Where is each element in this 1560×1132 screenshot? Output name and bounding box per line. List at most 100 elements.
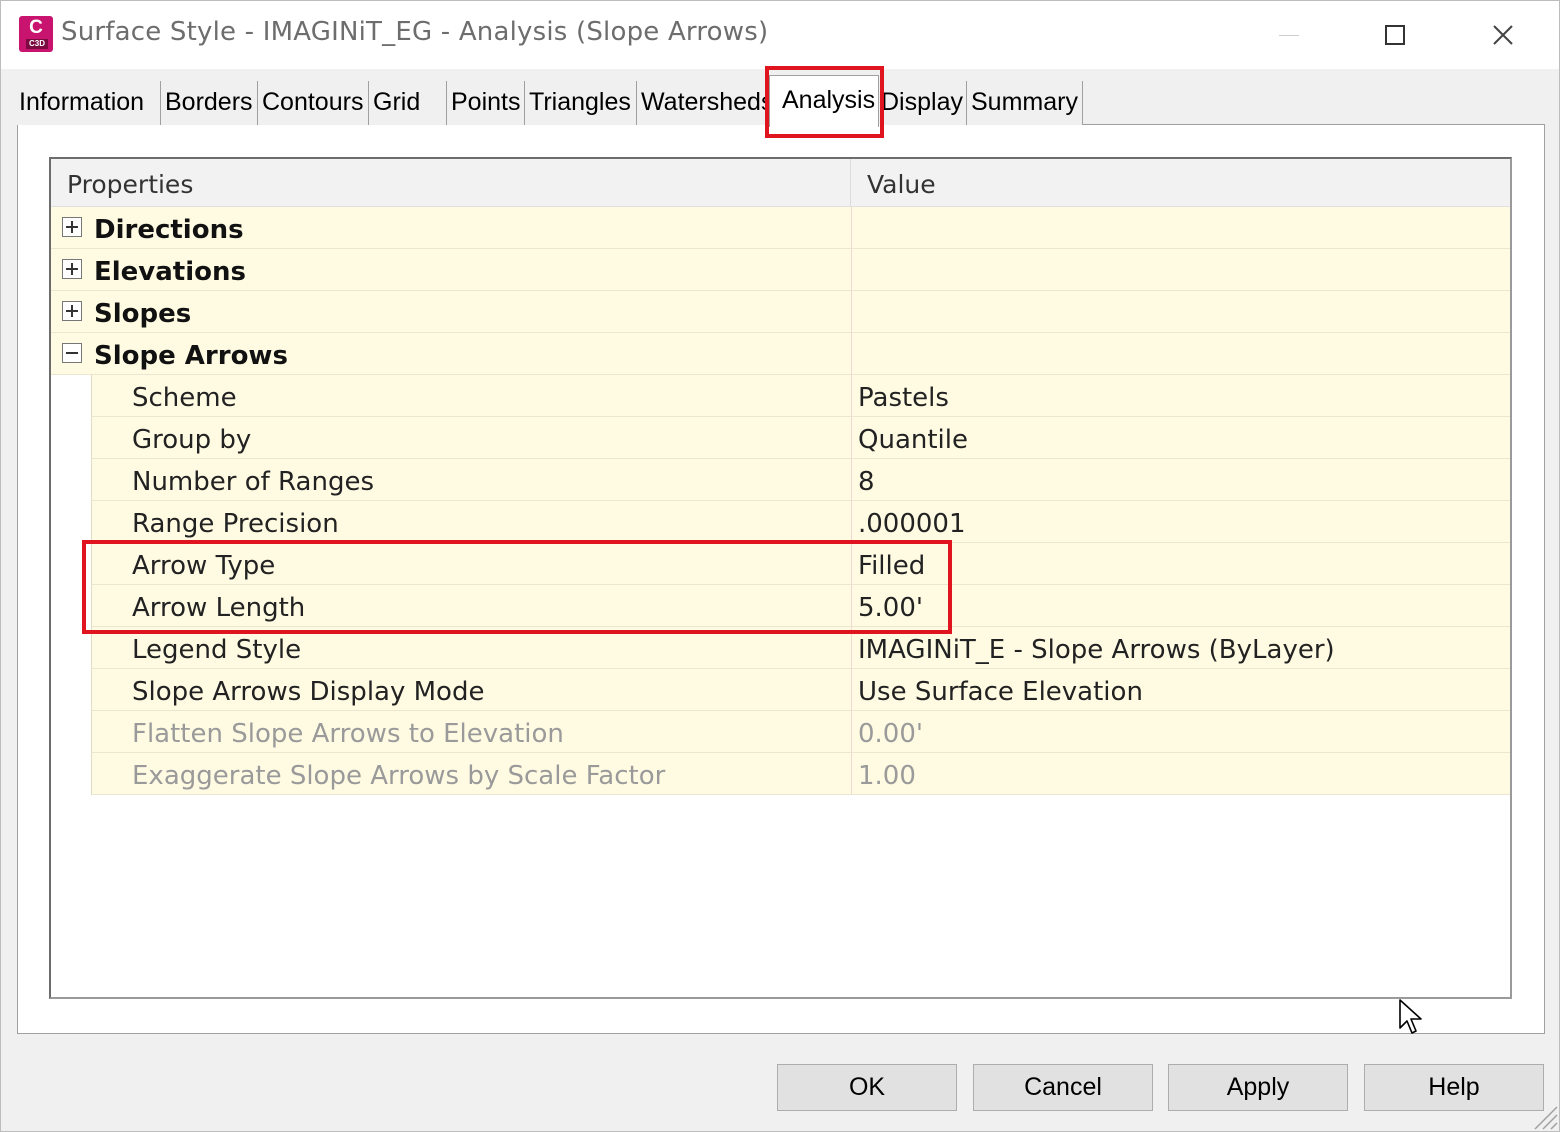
apply-button[interactable]: Apply [1168,1064,1348,1111]
property-value: Filled [858,551,926,581]
property-row-flatten-slope-arrows: Flatten Slope Arrows to Elevation 0.00' [51,711,1510,753]
property-row-slope-arrows-display-mode[interactable]: Slope Arrows Display Mode Use Surface El… [51,669,1510,711]
name-cell: Number of Ranges [91,459,851,501]
tab-triangles[interactable]: Triangles [525,81,637,125]
tab-display[interactable]: Display [877,81,967,125]
name-cell: Range Precision [91,501,851,543]
tab-information[interactable]: Information [15,81,161,125]
expand-plus-icon[interactable] [62,217,82,237]
gutter [51,585,91,627]
tab-watersheds[interactable]: Watersheds [637,81,769,125]
name-cell: Flatten Slope Arrows to Elevation [91,711,851,753]
property-name: Flatten Slope Arrows to Elevation [132,719,564,749]
property-row-scheme[interactable]: Scheme Pastels [51,375,1510,417]
property-value: Quantile [858,425,968,455]
gutter [51,501,91,543]
property-row-arrow-type[interactable]: Arrow Type Filled [51,543,1510,585]
property-value: 0.00' [858,719,924,749]
property-name: Arrow Type [132,551,276,581]
property-value-cell[interactable]: Pastels [851,375,1510,417]
cancel-button[interactable]: Cancel [973,1064,1153,1111]
column-divider[interactable] [850,159,851,207]
collapse-minus-icon[interactable] [62,343,82,363]
tab-borders[interactable]: Borders [161,81,258,125]
expand-plus-icon[interactable] [62,259,82,279]
category-label-slopes: Slopes [94,299,192,329]
name-cell: Scheme [91,375,851,417]
category-row-slope-arrows[interactable]: Slope Arrows [51,333,1510,375]
name-cell: Group by [91,417,851,459]
property-value: .000001 [858,509,966,539]
minimize-button[interactable] [1261,11,1317,59]
properties-column-header[interactable]: Properties [67,159,193,207]
property-value-cell[interactable]: Quantile [851,417,1510,459]
property-value-cell[interactable]: IMAGINiT_E - Slope Arrows (ByLayer) [851,627,1510,669]
gutter [51,459,91,501]
expand-plus-icon[interactable] [62,301,82,321]
property-value-cell[interactable]: 8 [851,459,1510,501]
value-column-header[interactable]: Value [867,159,936,207]
property-row-arrow-length[interactable]: Arrow Length 5.00' [51,585,1510,627]
close-icon [1493,25,1513,45]
app-icon-sub: C3D [26,39,48,49]
property-value: Use Surface Elevation [858,677,1143,707]
property-name: Range Precision [132,509,339,539]
property-value: 8 [858,467,875,497]
gutter [51,375,91,417]
property-value-cell: 0.00' [851,711,1510,753]
property-row-exaggerate-slope-arrows: Exaggerate Slope Arrows by Scale Factor … [51,753,1510,795]
category-label-directions: Directions [94,215,244,245]
property-name: Arrow Length [132,593,306,623]
gutter [51,627,91,669]
property-value-cell[interactable]: 5.00' [851,585,1510,627]
property-value-cell[interactable]: Use Surface Elevation [851,669,1510,711]
property-name: Number of Ranges [132,467,374,497]
property-row-range-precision[interactable]: Range Precision .000001 [51,501,1510,543]
category-label-slope-arrows: Slope Arrows [94,341,288,371]
category-row-elevations[interactable]: Elevations [51,249,1510,291]
category-label-elevations: Elevations [94,257,246,287]
property-value: Pastels [858,383,949,413]
property-name: Exaggerate Slope Arrows by Scale Factor [132,761,666,791]
property-name: Group by [132,425,252,455]
title-bar[interactable]: C C3D Surface Style - IMAGINiT_EG - Anal… [1,1,1559,69]
gutter [51,711,91,753]
property-value-cell[interactable]: Filled [851,543,1510,585]
app-icon-letter: C [29,17,43,38]
category-row-directions[interactable]: Directions [51,207,1510,249]
civil3d-app-icon: C C3D [19,16,53,52]
property-row-legend-style[interactable]: Legend Style IMAGINiT_E - Slope Arrows (… [51,627,1510,669]
property-value-cell: 1.00 [851,753,1510,795]
gutter [51,543,91,585]
help-button[interactable]: Help [1364,1064,1544,1111]
name-cell: Arrow Type [91,543,851,585]
property-row-number-of-ranges[interactable]: Number of Ranges 8 [51,459,1510,501]
property-name: Legend Style [132,635,302,665]
tab-analysis[interactable]: Analysis [769,75,879,127]
tab-points[interactable]: Points [447,81,525,125]
property-value: IMAGINiT_E - Slope Arrows (ByLayer) [858,635,1335,665]
tab-summary[interactable]: Summary [967,81,1083,125]
ok-button[interactable]: OK [777,1064,957,1111]
property-row-group-by[interactable]: Group by Quantile [51,417,1510,459]
name-cell: Legend Style [91,627,851,669]
value-cell [851,207,1510,249]
name-cell: Slope Arrows Display Mode [91,669,851,711]
category-row-slopes[interactable]: Slopes [51,291,1510,333]
property-value: 1.00 [858,761,916,791]
tab-grid[interactable]: Grid [369,81,447,125]
surface-style-dialog: C C3D Surface Style - IMAGINiT_EG - Anal… [0,0,1560,1132]
gutter [51,753,91,795]
value-cell [851,249,1510,291]
tab-contours[interactable]: Contours [258,81,369,125]
grid-header: Properties Value [51,159,1510,207]
close-button[interactable] [1475,11,1531,59]
property-value: 5.00' [858,593,924,623]
property-value-cell[interactable]: .000001 [851,501,1510,543]
window-title: Surface Style - IMAGINiT_EG - Analysis (… [61,17,769,47]
property-name: Slope Arrows Display Mode [132,677,485,707]
value-cell [851,291,1510,333]
maximize-button[interactable] [1367,11,1423,59]
gutter [51,669,91,711]
resize-grip-icon[interactable] [1529,1101,1559,1131]
